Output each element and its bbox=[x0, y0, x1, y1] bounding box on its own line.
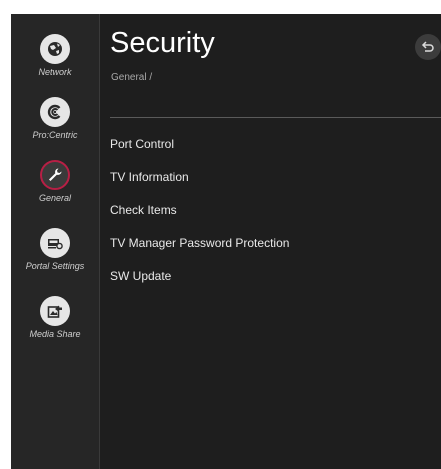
menu-item-check-items[interactable]: Check Items bbox=[110, 199, 289, 232]
menu-item-sw-update[interactable]: SW Update bbox=[110, 265, 289, 298]
network-globe-icon bbox=[40, 34, 70, 64]
tv-settings-screen: Network Pro:Centric General Portal Setti… bbox=[11, 14, 441, 469]
breadcrumb: General / bbox=[111, 72, 153, 83]
sidebar-item-media-share[interactable]: Media Share bbox=[11, 296, 99, 339]
sidebar: Network Pro:Centric General Portal Setti… bbox=[11, 14, 100, 469]
divider bbox=[110, 117, 441, 118]
procentric-icon bbox=[40, 97, 70, 127]
media-share-icon bbox=[40, 296, 70, 326]
sidebar-item-general[interactable]: General bbox=[11, 160, 99, 203]
menu-item-tv-manager-password-protection[interactable]: TV Manager Password Protection bbox=[110, 232, 289, 265]
main-content: Security General / Port Control TV Infor… bbox=[100, 14, 441, 469]
sidebar-item-portal-settings[interactable]: Portal Settings bbox=[11, 228, 99, 271]
sidebar-item-network[interactable]: Network bbox=[11, 34, 99, 77]
menu-list: Port Control TV Information Check Items … bbox=[110, 133, 289, 298]
menu-item-tv-information[interactable]: TV Information bbox=[110, 166, 289, 199]
back-arrow-icon bbox=[421, 41, 434, 52]
sidebar-item-label: Pro:Centric bbox=[32, 130, 78, 140]
wrench-icon bbox=[40, 160, 70, 190]
back-button[interactable] bbox=[415, 34, 441, 60]
sidebar-item-label: General bbox=[38, 193, 72, 203]
sidebar-item-procentric[interactable]: Pro:Centric bbox=[11, 97, 99, 140]
menu-item-port-control[interactable]: Port Control bbox=[110, 133, 289, 166]
sidebar-item-label: Media Share bbox=[29, 329, 81, 339]
portal-settings-icon bbox=[40, 228, 70, 258]
sidebar-item-label: Portal Settings bbox=[25, 261, 85, 271]
sidebar-item-label: Network bbox=[38, 67, 72, 77]
page-title: Security bbox=[110, 27, 215, 59]
